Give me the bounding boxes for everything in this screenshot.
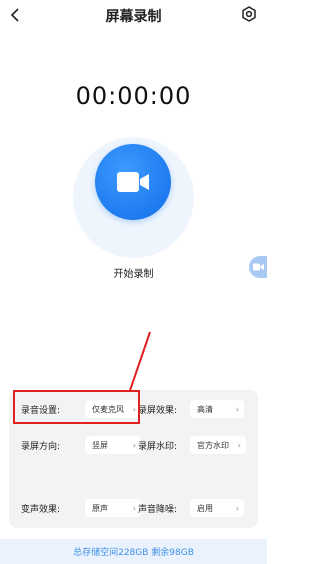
noise-reduction-setting-value: 启用 <box>197 503 213 513</box>
recording-timer: 00:00:00 <box>75 82 192 110</box>
quality-setting-dropdown[interactable]: 高清 › <box>190 400 244 418</box>
noise-reduction-setting-label: 声音降噪: <box>138 504 178 515</box>
header-bar: 屏幕录制 <box>0 0 267 32</box>
quality-setting-row: 录屏效果: 高清 › <box>138 400 250 418</box>
start-record-label: 开始录制 <box>113 269 154 280</box>
quality-setting-value: 高清 <box>197 404 213 414</box>
noise-reduction-setting-dropdown[interactable]: 启用 › <box>190 499 244 517</box>
watermark-setting-value: 官方水印 <box>197 440 229 450</box>
watermark-setting-label: 录屏水印: <box>138 441 178 452</box>
quality-setting-label: 录屏效果: <box>138 405 178 416</box>
settings-button[interactable] <box>239 4 259 24</box>
gear-icon <box>242 6 256 22</box>
chevron-right-icon: › <box>235 404 239 414</box>
orientation-setting-dropdown[interactable]: 竖屏 › <box>85 436 141 454</box>
noise-reduction-setting-row: 声音降噪: 启用 › <box>138 499 250 517</box>
storage-info-bar: 总存储空间228GB 剩余98GB <box>0 539 267 564</box>
orientation-setting-row: 录屏方向: 竖屏 › <box>21 436 141 454</box>
voice-effect-setting-label: 变声效果: <box>21 504 61 515</box>
watermark-setting-dropdown[interactable]: 官方水印 › <box>190 436 246 454</box>
start-record-button[interactable] <box>95 144 171 220</box>
chevron-right-icon: › <box>132 440 136 450</box>
page-title: 屏幕录制 <box>105 9 162 25</box>
video-camera-icon <box>117 172 149 192</box>
voice-effect-setting-dropdown[interactable]: 原声 › <box>85 499 141 517</box>
orientation-setting-value: 竖屏 <box>92 440 108 450</box>
annotation-highlight-box <box>13 390 140 424</box>
chevron-right-icon: › <box>235 503 239 513</box>
floating-record-bubble[interactable] <box>249 256 267 278</box>
voice-effect-setting-row: 变声效果: 原声 › <box>21 499 141 517</box>
watermark-setting-row: 录屏水印: 官方水印 › <box>138 436 250 454</box>
chevron-right-icon: › <box>237 440 241 450</box>
video-camera-icon <box>252 263 264 271</box>
voice-effect-setting-value: 原声 <box>92 503 108 513</box>
orientation-setting-label: 录屏方向: <box>21 441 61 452</box>
chevron-right-icon: › <box>132 503 136 513</box>
storage-info-text: 总存储空间228GB 剩余98GB <box>73 548 194 558</box>
